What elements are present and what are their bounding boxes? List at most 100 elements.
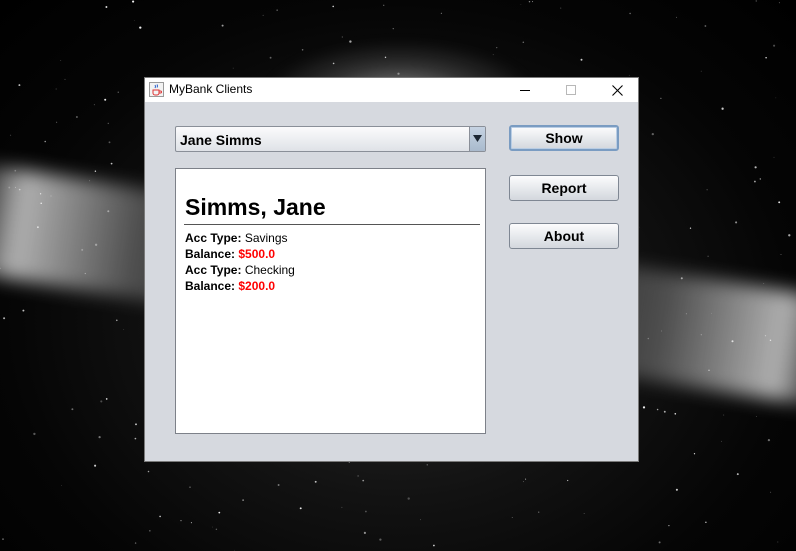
account-type-value: Savings (244, 231, 288, 245)
star (365, 510, 367, 513)
star (234, 549, 235, 551)
star (560, 7, 562, 9)
star (492, 54, 494, 56)
report-button[interactable]: Report (509, 175, 619, 201)
star (147, 470, 150, 473)
balance-label: Balance: (185, 279, 236, 293)
star (675, 16, 677, 18)
star (778, 2, 780, 4)
star (133, 20, 135, 21)
star (277, 484, 280, 486)
star (56, 121, 58, 123)
star (769, 339, 772, 342)
star (397, 72, 400, 75)
accounts-list: Acc Type: Savings Balance: $500.0 Acc Ty… (185, 230, 295, 294)
account-type-label: Acc Type: (185, 231, 242, 245)
client-select-arrow-button[interactable] (469, 127, 485, 151)
star (731, 340, 734, 343)
star (663, 410, 666, 413)
star (276, 9, 278, 11)
star (763, 283, 765, 284)
star (349, 40, 352, 43)
star (60, 59, 62, 61)
close-button[interactable] (594, 78, 640, 102)
star (642, 406, 646, 409)
maximize-button[interactable] (548, 78, 594, 102)
account-type-line: Acc Type: Checking (185, 262, 295, 278)
title-bar[interactable]: MyBank Clients (145, 78, 638, 102)
star (105, 6, 108, 8)
star (765, 57, 767, 59)
star (707, 255, 709, 257)
account-balance-line: Balance: $500.0 (185, 246, 295, 262)
star (668, 524, 670, 527)
star (135, 423, 137, 426)
star (132, 0, 135, 3)
star (39, 193, 42, 195)
maximize-icon (566, 85, 576, 95)
star (711, 312, 713, 314)
star (685, 313, 687, 315)
star (18, 188, 21, 191)
star (705, 521, 707, 523)
star (647, 337, 650, 340)
star (262, 14, 264, 16)
star (660, 97, 662, 99)
star (773, 44, 776, 47)
star (134, 437, 137, 440)
star (123, 329, 125, 330)
star (14, 169, 17, 172)
star (788, 234, 791, 237)
star (332, 62, 335, 65)
star (759, 178, 761, 180)
client-select[interactable]: Jane Simms (175, 126, 486, 152)
star (629, 12, 631, 15)
minimize-button[interactable] (502, 78, 548, 102)
star (89, 180, 91, 182)
star (40, 202, 42, 205)
account-balance-line: Balance: $200.0 (185, 278, 295, 294)
client-detail-panel: Simms, Jane Acc Type: Savings Balance: $… (175, 168, 486, 434)
java-cup-icon (149, 82, 164, 97)
show-button[interactable]: Show (509, 125, 619, 151)
star (440, 12, 442, 14)
star (341, 506, 343, 508)
star (107, 122, 110, 125)
star (522, 41, 525, 43)
star (299, 507, 302, 510)
star (218, 511, 221, 514)
star (656, 408, 659, 411)
star (75, 115, 78, 119)
star (3, 317, 6, 320)
star (159, 515, 161, 518)
star (775, 97, 777, 99)
star (332, 5, 335, 8)
star (689, 227, 692, 229)
star (314, 480, 317, 483)
star (221, 24, 224, 27)
about-button[interactable]: About (509, 223, 619, 249)
star (94, 243, 98, 246)
star (98, 435, 101, 439)
star (383, 4, 385, 6)
star (93, 104, 95, 106)
account-type-line: Acc Type: Savings (185, 230, 295, 246)
star (511, 517, 513, 518)
star (580, 58, 583, 61)
star (778, 201, 781, 204)
star (22, 309, 25, 312)
star (525, 478, 527, 480)
star (44, 140, 46, 143)
star (55, 88, 57, 90)
star (104, 98, 107, 101)
star (700, 334, 702, 336)
star (420, 519, 421, 521)
star (357, 475, 359, 477)
star (755, 416, 757, 417)
star (628, 74, 630, 76)
star (50, 195, 52, 197)
star (242, 499, 244, 501)
star (764, 335, 767, 337)
star (100, 400, 103, 403)
star (658, 541, 661, 544)
